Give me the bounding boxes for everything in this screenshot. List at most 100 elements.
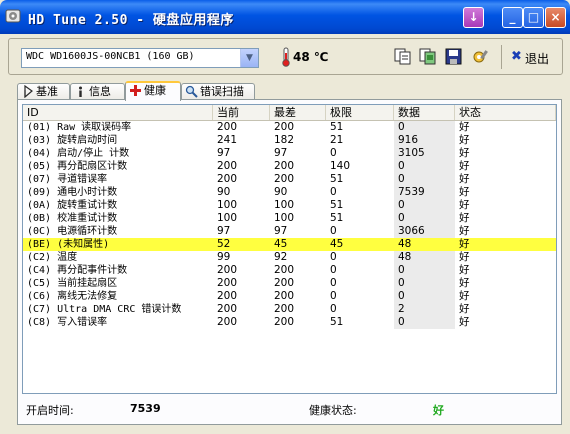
table-cell-threshold: 0 [330, 147, 337, 159]
table-cell-status: 好 [459, 134, 470, 146]
table-cell-worst: 200 [274, 121, 295, 133]
table-cell-id: (BE) (未知属性) [27, 239, 110, 250]
table-cell-current: 200 [217, 160, 238, 172]
table-cell-worst: 100 [274, 212, 295, 224]
copy-screenshot-icon[interactable] [419, 48, 436, 65]
table-cell-status: 好 [459, 303, 470, 315]
table-cell-id: (C4) 再分配事件计数 [27, 265, 128, 276]
table-row[interactable]: (0B) 校准重试计数 100 100 51 0 好 [23, 212, 556, 225]
tab-benchmark-label: 基准 [36, 85, 58, 98]
table-row[interactable]: (C2) 温度 99 92 0 48 好 [23, 251, 556, 264]
table-cell-threshold: 0 [330, 303, 337, 315]
table-cell-data: 48 [394, 251, 455, 264]
table-cell-current: 99 [217, 251, 231, 263]
column-header[interactable]: 极限 [326, 105, 394, 120]
tab-benchmark[interactable]: 基准 [17, 83, 70, 100]
tab-info[interactable]: 信息 [70, 83, 125, 100]
table-cell-threshold: 51 [330, 121, 344, 133]
table-cell-threshold: 0 [330, 290, 337, 302]
save-icon[interactable] [445, 48, 462, 65]
table-cell-worst: 92 [274, 251, 288, 263]
column-header[interactable]: 当前 [213, 105, 270, 120]
table-row[interactable]: (05) 再分配扇区计数 200 200 140 0 好 [23, 160, 556, 173]
info-icon [79, 86, 82, 97]
table-cell-data: 0 [394, 277, 455, 290]
table-cell-current: 200 [217, 264, 238, 276]
table-row[interactable]: (C5) 当前挂起扇区 200 200 0 0 好 [23, 277, 556, 290]
column-header[interactable]: 最差 [270, 105, 326, 120]
table-cell-id: (C8) 写入错误率 [27, 317, 108, 328]
toolbar: WDC WD1600JS-00NCB1 (160 GB) ▼ 48 ℃ ✖ 退出 [8, 38, 563, 75]
close-button[interactable]: × [545, 7, 566, 28]
smart-table[interactable]: ID 当前 最差 极限 数据 状态 (01) Raw 读取误码率 200 200 51 0 好 (03… [22, 104, 557, 394]
table-cell-status: 好 [459, 251, 470, 263]
table-cell-id: (03) 旋转启动时间 [27, 135, 118, 146]
table-header: ID 当前 最差 极限 数据 状态 [23, 105, 556, 121]
table-cell-worst: 200 [274, 290, 295, 302]
table-row[interactable]: (C8) 写入错误率 200 200 51 0 好 [23, 316, 556, 329]
column-header[interactable]: 数据 [394, 105, 455, 120]
table-cell-threshold: 51 [330, 316, 344, 328]
health-icon [130, 85, 141, 96]
table-cell-data: 0 [394, 316, 455, 329]
table-cell-data: 3105 [394, 147, 455, 160]
window-title: HD Tune 2.50 - 硬盘应用程序 [28, 13, 234, 28]
table-row[interactable]: (C7) Ultra DMA CRC 错误计数 200 200 0 2 好 [23, 303, 556, 316]
table-cell-threshold: 0 [330, 277, 337, 289]
exit-button[interactable]: ✖ 退出 [507, 47, 557, 67]
table-cell-threshold: 0 [330, 251, 337, 263]
table-cell-data: 0 [394, 160, 455, 173]
table-row[interactable]: (07) 寻道错误率 200 200 51 0 好 [23, 173, 556, 186]
table-row[interactable]: (C4) 再分配事件计数 200 200 0 0 好 [23, 264, 556, 277]
title-bar[interactable]: HD Tune 2.50 - 硬盘应用程序 ↓ _ □ × [0, 0, 570, 34]
table-cell-id: (C5) 当前挂起扇区 [27, 278, 118, 289]
chevron-down-icon[interactable]: ▼ [240, 49, 258, 67]
table-cell-current: 100 [217, 212, 238, 224]
table-row[interactable]: (0A) 旋转重试计数 100 100 51 0 好 [23, 199, 556, 212]
table-cell-current: 52 [217, 238, 231, 250]
health-status-value: 好 [433, 404, 444, 417]
table-cell-id: (C7) Ultra DMA CRC 错误计数 [27, 304, 182, 315]
table-row[interactable]: (0C) 电源循环计数 97 97 0 3066 好 [23, 225, 556, 238]
tab-health-label: 健康 [144, 84, 166, 97]
table-cell-threshold: 140 [330, 160, 351, 172]
minimize-icon: _ [509, 10, 516, 24]
table-cell-data: 0 [394, 173, 455, 186]
maximize-button[interactable]: □ [523, 7, 544, 28]
minimize-button[interactable]: _ [502, 7, 523, 28]
table-cell-status: 好 [459, 290, 470, 302]
table-row[interactable]: (01) Raw 读取误码率 200 200 51 0 好 [23, 121, 556, 134]
table-cell-current: 241 [217, 134, 238, 146]
options-icon[interactable] [472, 48, 489, 65]
table-cell-status: 好 [459, 186, 470, 198]
table-cell-current: 200 [217, 303, 238, 315]
table-cell-current: 90 [217, 186, 231, 198]
table-row[interactable]: (09) 通电小时计数 90 90 0 7539 好 [23, 186, 556, 199]
exit-x-icon: ✖ [511, 49, 522, 64]
table-cell-data: 48 [394, 238, 455, 251]
tab-error-scan[interactable]: 错误扫描 [181, 83, 255, 100]
table-row[interactable]: (04) 启动/停止 计数 97 97 0 3105 好 [23, 147, 556, 160]
table-row[interactable]: (C6) 离线无法修复 200 200 0 0 好 [23, 290, 556, 303]
download-button[interactable]: ↓ [463, 7, 484, 28]
table-cell-status: 好 [459, 160, 470, 172]
table-row[interactable]: (BE) (未知属性) 52 45 45 48 好 [23, 238, 556, 251]
table-cell-worst: 200 [274, 160, 295, 172]
power-on-label: 开启时间: [26, 404, 74, 417]
drive-select[interactable]: WDC WD1600JS-00NCB1 (160 GB) ▼ [21, 48, 259, 68]
column-header[interactable]: 状态 [455, 105, 556, 120]
table-cell-worst: 200 [274, 316, 295, 328]
temperature-value: 48 ℃ [293, 50, 329, 64]
table-cell-current: 97 [217, 147, 231, 159]
drive-select-value: WDC WD1600JS-00NCB1 (160 GB) [26, 51, 195, 62]
table-cell-worst: 100 [274, 199, 295, 211]
toolbar-divider [501, 45, 502, 69]
tab-health[interactable]: 健康 [125, 81, 181, 101]
copy-text-icon[interactable] [394, 48, 411, 65]
table-cell-threshold: 21 [330, 134, 344, 146]
column-header[interactable]: ID [23, 105, 213, 120]
status-bar: 开启时间: 7539 健康状态: 好 [22, 398, 557, 420]
table-cell-threshold: 0 [330, 186, 337, 198]
table-row[interactable]: (03) 旋转启动时间 241 182 21 916 好 [23, 134, 556, 147]
table-cell-threshold: 51 [330, 199, 344, 211]
